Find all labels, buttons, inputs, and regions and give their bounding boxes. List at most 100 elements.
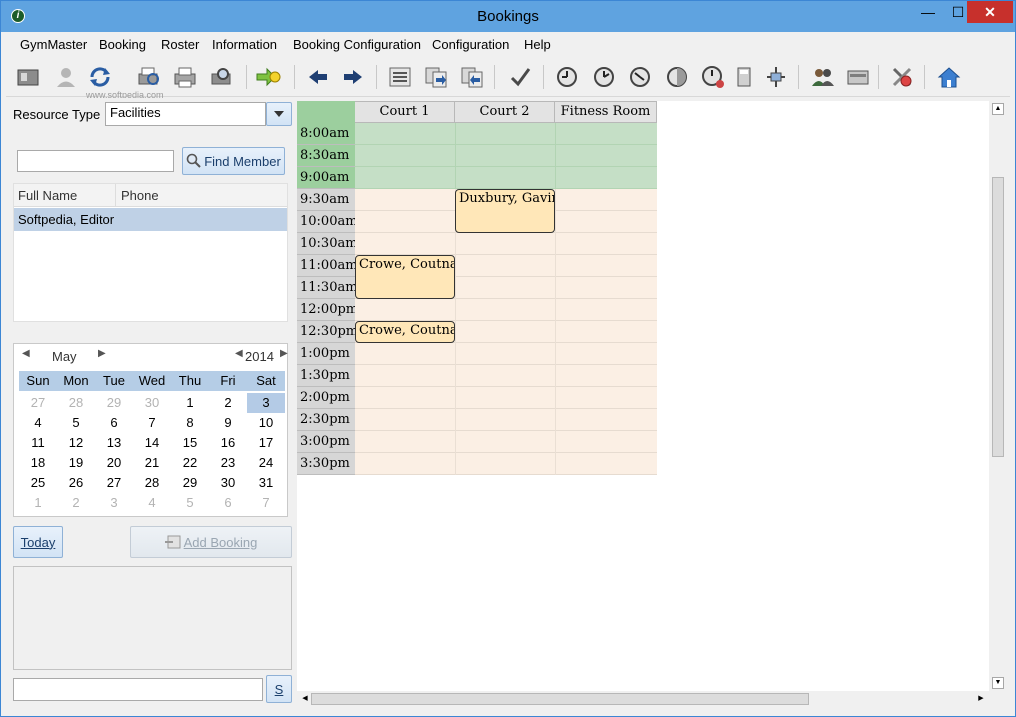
vertical-scroll-thumb[interactable]: [992, 177, 1004, 457]
calendar-day[interactable]: 28: [57, 393, 95, 413]
calendar-day[interactable]: 3: [95, 493, 133, 513]
calendar-day[interactable]: 21: [133, 453, 171, 473]
prev-month-icon[interactable]: ◀: [22, 348, 30, 359]
user-icon[interactable]: [52, 63, 80, 91]
vertical-scrollbar[interactable]: ▲ ▼: [990, 101, 1006, 691]
back-arrow-icon[interactable]: [304, 63, 332, 91]
calendar-day[interactable]: 25: [19, 473, 57, 493]
calendar-day[interactable]: 11: [19, 433, 57, 453]
clock-forward-icon[interactable]: [590, 63, 618, 91]
calendar-day[interactable]: 17: [247, 433, 285, 453]
horizontal-scrollbar[interactable]: ◀ ▶: [297, 691, 989, 707]
calendar-day[interactable]: 5: [57, 413, 95, 433]
calendar-day[interactable]: 22: [171, 453, 209, 473]
calendar-day[interactable]: 7: [133, 413, 171, 433]
time-slot-row[interactable]: [355, 453, 657, 475]
time-slot-row[interactable]: [355, 233, 657, 255]
column-header-fitness-room[interactable]: Fitness Room: [555, 101, 657, 123]
column-full-name[interactable]: Full Name: [18, 188, 77, 203]
resize-rows-icon[interactable]: [762, 63, 790, 91]
time-slot-row[interactable]: [355, 299, 657, 321]
copy-booking-icon[interactable]: [422, 63, 450, 91]
table-row[interactable]: Softpedia, Editor: [14, 208, 287, 231]
clock-back-icon[interactable]: [553, 63, 581, 91]
menu-information[interactable]: Information: [212, 37, 277, 52]
card-reader-icon[interactable]: [844, 63, 872, 91]
next-year-icon[interactable]: ▶: [280, 348, 288, 359]
calendar-day[interactable]: 7: [247, 493, 285, 513]
time-slot-row[interactable]: [355, 365, 657, 387]
refresh-icon[interactable]: [86, 63, 114, 91]
booking-block[interactable]: Duxbury, Gavin: [455, 189, 555, 233]
resource-type-dropdown[interactable]: [266, 102, 292, 126]
tools-icon[interactable]: [888, 63, 916, 91]
scroll-down-icon[interactable]: ▼: [992, 677, 1004, 689]
menu-roster[interactable]: Roster: [161, 37, 199, 52]
calendar-day[interactable]: 1: [171, 393, 209, 413]
menu-gymmaster[interactable]: GymMaster: [20, 37, 87, 52]
time-slot-row[interactable]: [355, 167, 657, 189]
calendar-day[interactable]: 23: [209, 453, 247, 473]
calendar-day[interactable]: 30: [209, 473, 247, 493]
next-month-icon[interactable]: ▶: [98, 348, 106, 359]
column-phone[interactable]: Phone: [121, 188, 159, 203]
calendar-day[interactable]: 28: [133, 473, 171, 493]
calendar-day[interactable]: 30: [133, 393, 171, 413]
calendar-day[interactable]: 2: [209, 393, 247, 413]
calendar-day[interactable]: 31: [247, 473, 285, 493]
time-slot-row[interactable]: [355, 343, 657, 365]
add-booking-button[interactable]: Add Booking: [130, 526, 292, 558]
calendar-day[interactable]: 8: [171, 413, 209, 433]
time-slot-row[interactable]: [355, 431, 657, 453]
menu-configuration[interactable]: Configuration: [432, 37, 509, 52]
resource-type-select[interactable]: Facilities: [105, 102, 266, 126]
calendar-day[interactable]: 12: [57, 433, 95, 453]
scroll-right-icon[interactable]: ▶: [975, 693, 987, 705]
calendar-day[interactable]: 13: [95, 433, 133, 453]
calendar-day[interactable]: 18: [19, 453, 57, 473]
minimize-button[interactable]: —: [913, 1, 943, 23]
today-button[interactable]: Today: [13, 526, 63, 558]
close-button[interactable]: ✕: [967, 1, 1013, 23]
clock-rewind-icon[interactable]: [626, 63, 654, 91]
calendar-day[interactable]: 24: [247, 453, 285, 473]
find-member-button[interactable]: Find Member: [182, 147, 285, 175]
calendar-day[interactable]: 2: [57, 493, 95, 513]
prev-year-icon[interactable]: ◀: [235, 348, 243, 359]
calendar-day[interactable]: 4: [19, 413, 57, 433]
scroll-up-icon[interactable]: ▲: [992, 103, 1004, 115]
calendar-day[interactable]: 14: [133, 433, 171, 453]
time-slot-row[interactable]: [355, 409, 657, 431]
calendar-year[interactable]: 2014: [245, 349, 274, 364]
calendar-month[interactable]: May: [52, 349, 77, 364]
print-search-icon[interactable]: [208, 63, 236, 91]
status-input[interactable]: [13, 678, 263, 701]
calendar-day[interactable]: 6: [95, 413, 133, 433]
list-view-icon[interactable]: [386, 63, 414, 91]
calendar-day[interactable]: 10: [247, 413, 285, 433]
column-header-court-1[interactable]: Court 1: [355, 101, 455, 123]
calendar-day[interactable]: 1: [19, 493, 57, 513]
calendar-day[interactable]: 15: [171, 433, 209, 453]
clock-alert-icon[interactable]: [699, 63, 727, 91]
calendar-day[interactable]: 4: [133, 493, 171, 513]
menu-booking-configuration[interactable]: Booking Configuration: [293, 37, 421, 52]
print-preview-icon[interactable]: [135, 63, 163, 91]
scroll-left-icon[interactable]: ◀: [299, 693, 311, 705]
calculator-icon[interactable]: [730, 63, 758, 91]
calendar-day[interactable]: 3: [247, 393, 285, 413]
menu-help[interactable]: Help: [524, 37, 551, 52]
calendar-day[interactable]: 27: [19, 393, 57, 413]
time-slot-row[interactable]: [355, 145, 657, 167]
calendar-day[interactable]: 19: [57, 453, 95, 473]
calendar-day[interactable]: 26: [57, 473, 95, 493]
s-button[interactable]: S: [266, 675, 292, 703]
booking-block[interactable]: Crowe, Coutnay: [355, 255, 455, 299]
time-slot-row[interactable]: [355, 387, 657, 409]
column-header-court-2[interactable]: Court 2: [455, 101, 555, 123]
member-search-input[interactable]: [17, 150, 174, 172]
time-slot-row[interactable]: [355, 123, 657, 145]
home-icon[interactable]: [935, 63, 963, 91]
calendar-day[interactable]: 29: [95, 393, 133, 413]
printer-icon[interactable]: [171, 63, 199, 91]
